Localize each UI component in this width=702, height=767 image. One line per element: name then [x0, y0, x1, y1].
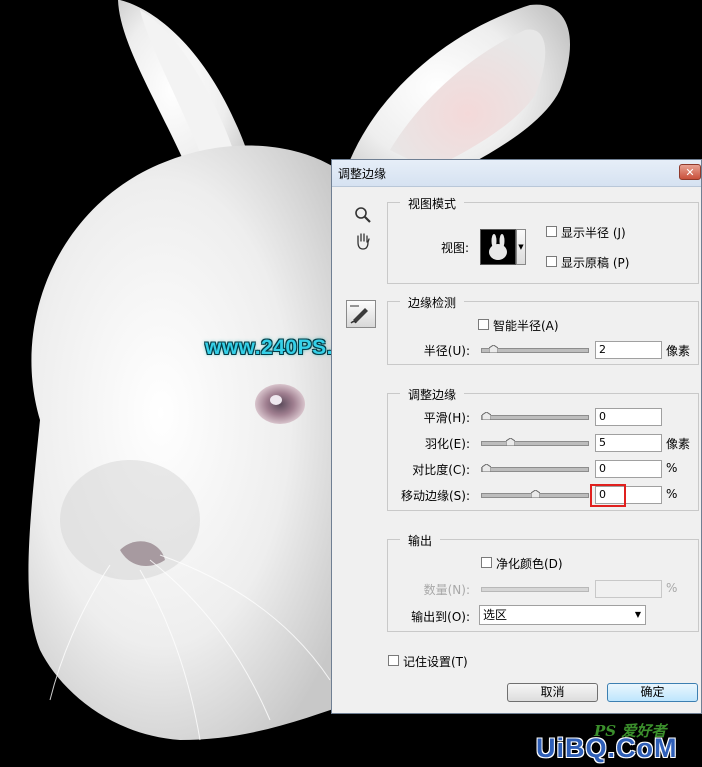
- dialog-title: 调整边缘: [338, 167, 387, 181]
- shift-edge-slider[interactable]: [481, 490, 589, 498]
- dialog-titlebar[interactable]: 调整边缘 ✕: [332, 160, 701, 187]
- show-radius-checkbox[interactable]: [546, 226, 557, 237]
- cancel-button[interactable]: 取消: [507, 683, 598, 702]
- smooth-slider[interactable]: [481, 412, 589, 420]
- contrast-slider-thumb[interactable]: [482, 464, 491, 472]
- chevron-down-icon: ▼: [634, 610, 641, 619]
- radius-input[interactable]: 2: [595, 341, 662, 359]
- output-to-value: 选区: [483, 608, 508, 622]
- adjust-edge-title: 调整边缘: [400, 386, 465, 403]
- hand-tool-icon[interactable]: [352, 230, 374, 252]
- shift-edge-label: 移动边缘(S):: [400, 489, 470, 503]
- view-dropdown-arrow[interactable]: ▼: [516, 229, 526, 265]
- remember-settings-checkbox[interactable]: [388, 655, 399, 666]
- adjust-edge-group: 调整边缘 平滑(H): 0 羽化(E): 5 像素 对比度(C): 0 % 移动…: [387, 386, 699, 511]
- feather-label: 羽化(E):: [425, 437, 470, 451]
- feather-input[interactable]: 5: [595, 434, 662, 452]
- smooth-label: 平滑(H):: [423, 411, 470, 425]
- feather-slider-thumb[interactable]: [506, 438, 516, 446]
- amount-input: [595, 580, 662, 598]
- amount-label: 数量(N):: [423, 583, 470, 597]
- output-title: 输出: [400, 532, 441, 549]
- view-thumbnail[interactable]: [480, 229, 516, 265]
- radius-unit: 像素: [666, 344, 691, 358]
- site-logo: PS 爱好者 UiBQ.CoM: [528, 720, 700, 766]
- view-mode-title: 视图模式: [400, 195, 465, 212]
- show-radius-label: 显示半径 (J): [561, 226, 626, 240]
- refine-edge-dialog: 调整边缘 ✕ 视图模式 视图: ▼ 显示半径 (J) 显示原稿 (P) 边缘检测…: [331, 159, 702, 714]
- show-original-label: 显示原稿 (P): [561, 256, 630, 270]
- close-button[interactable]: ✕: [679, 164, 701, 180]
- remember-settings-label: 记住设置(T): [403, 655, 468, 669]
- feather-slider[interactable]: [481, 438, 589, 446]
- contrast-slider[interactable]: [481, 464, 589, 472]
- view-mode-group: 视图模式 视图: ▼ 显示半径 (J) 显示原稿 (P): [387, 195, 699, 284]
- amount-slider: [481, 587, 589, 592]
- refine-brush-icon: [350, 305, 368, 324]
- shift-edge-slider-thumb[interactable]: [530, 490, 540, 498]
- edge-detection-group: 边缘检测 智能半径(A) 半径(U): 2 像素: [387, 294, 699, 365]
- zoom-tool-icon[interactable]: [352, 204, 374, 226]
- highlight-box: [590, 484, 626, 507]
- output-to-select[interactable]: 选区 ▼: [479, 605, 646, 625]
- contrast-input[interactable]: 0: [595, 460, 662, 478]
- view-label: 视图:: [441, 241, 470, 255]
- feather-unit: 像素: [666, 437, 691, 451]
- output-to-label: 输出到(O):: [411, 610, 470, 624]
- edge-detection-title: 边缘检测: [400, 294, 465, 311]
- contrast-label: 对比度(C):: [412, 463, 470, 477]
- amount-unit: %: [666, 581, 678, 595]
- radius-slider[interactable]: [481, 345, 589, 353]
- contrast-unit: %: [666, 461, 678, 475]
- refine-radius-tool-button[interactable]: [346, 300, 376, 328]
- smooth-input[interactable]: 0: [595, 408, 662, 426]
- output-group: 输出 净化颜色(D) 数量(N): % 输出到(O): 选区 ▼: [387, 532, 699, 632]
- shift-edge-unit: %: [666, 487, 678, 501]
- radius-label: 半径(U):: [423, 344, 470, 358]
- site-logo-bottom: UiBQ.CoM: [536, 733, 678, 763]
- show-original-checkbox[interactable]: [546, 256, 557, 267]
- decontaminate-label: 净化颜色(D): [496, 557, 563, 571]
- ok-button[interactable]: 确定: [607, 683, 698, 702]
- smart-radius-label: 智能半径(A): [493, 319, 559, 333]
- smooth-slider-thumb[interactable]: [482, 412, 491, 420]
- radius-slider-thumb[interactable]: [488, 345, 498, 353]
- rabbit-thumbnail-icon: [481, 230, 515, 264]
- decontaminate-checkbox[interactable]: [481, 557, 492, 568]
- smart-radius-checkbox[interactable]: [478, 319, 489, 330]
